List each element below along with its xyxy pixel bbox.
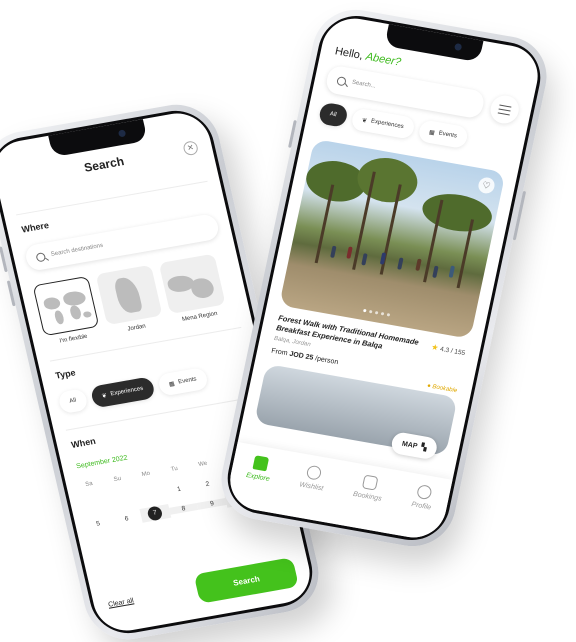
calendar-day[interactable]: 6 [112,513,142,525]
price-amount: JOD 25 [288,350,314,362]
weekday: Sa [84,480,94,489]
volume-up-button [288,120,297,148]
selected-start-date: 7 [146,505,164,522]
chip-label: All [68,397,77,405]
search-button[interactable]: Search [193,557,299,604]
experiences-icon: ❦ [101,392,108,400]
map-label: MAP [401,440,419,450]
volume-down-button [6,280,16,307]
nav-explore[interactable]: Explore [239,454,274,511]
search-icon [336,75,347,86]
calendar-icon: ▦ [428,129,436,137]
jordan-map-icon [95,264,163,326]
weekday: We [197,460,209,469]
calendar-day[interactable] [79,501,107,506]
chip-events[interactable]: ▦ Events [156,366,209,397]
calendar-day[interactable] [108,496,136,501]
sliders-icon [497,104,512,115]
star-icon: ★ [430,342,440,353]
price-prefix: From [270,347,289,358]
region-mena[interactable]: Mena Region [158,253,228,325]
map-icon: ▚ [420,444,428,452]
heart-icon [305,464,323,481]
calendar-day[interactable]: 2 [192,478,222,490]
chip-label: Events [177,376,198,386]
calendar-day-in-range[interactable]: 8 [168,502,199,515]
weekday: Su [113,475,122,484]
nav-bookings[interactable]: Bookings [346,473,386,531]
ticket-icon [361,474,379,491]
weekday: Mo [141,470,151,479]
camera-icon [453,42,463,52]
chip-label: Experiences [110,385,144,398]
pagination-dot[interactable] [386,313,391,317]
pagination-dot[interactable] [368,309,373,314]
region-flexible[interactable]: I'm flexible [32,275,101,347]
chip-label: All [329,111,338,119]
nav-label: Bookings [352,490,383,503]
explore-phone: Hello, Abeer? Search... All ❦ Experiences… [213,3,555,553]
pagination-dot[interactable] [363,308,367,313]
nav-label: Wishlist [298,481,324,493]
calendar-day[interactable] [136,491,164,496]
category-events[interactable]: ▦ Events [416,119,469,150]
price-suffix: /person [314,355,339,367]
category-experiences[interactable]: ❦ Experiences [349,107,416,140]
calendar-icon: ▦ [168,380,176,388]
greeting-prefix: Hello, [333,45,365,62]
nav-label: Explore [245,472,271,483]
calendar-day-in-range[interactable]: 9 [196,497,227,510]
photo-pagination [363,308,391,317]
nav-label: Profile [410,501,432,512]
profile-icon [415,484,433,501]
search-placeholder: Search... [351,79,377,90]
chip-all[interactable]: All [57,388,89,415]
chip-label: Events [438,130,458,140]
nav-profile[interactable]: Profile [405,484,436,540]
experience-card[interactable]: ♡ Forest Walk with Traditional Homemade … [269,138,506,394]
chip-experiences[interactable]: ❦ Experiences [89,376,156,409]
home-icon [252,455,270,472]
search-footer: Clear all Search [91,555,313,622]
calendar-day-range-start[interactable]: 7 [139,504,171,523]
search-placeholder: Search destinations [50,242,104,258]
map-button[interactable]: MAP ▚ [389,431,439,461]
user-name: Abeer? [364,50,403,69]
nav-wishlist[interactable]: Wishlist [293,464,328,521]
search-icon [35,251,47,262]
experiences-icon: ❦ [361,117,368,125]
world-map-icon [32,275,100,337]
experience-photo[interactable]: ♡ [279,138,506,339]
pagination-dot[interactable] [380,312,385,316]
rating-value: 4.3 / 155 [439,345,466,358]
mena-map-icon [158,253,226,314]
heart-icon[interactable]: ♡ [476,176,497,195]
calendar-day[interactable]: 1 [164,483,194,495]
camera-icon [117,129,127,138]
volume-up-button [0,246,8,273]
calendar-day[interactable]: 5 [83,518,113,530]
weekday: Tu [170,465,179,473]
clear-all-button[interactable]: Clear all [107,597,134,608]
pagination-dot[interactable] [374,310,379,315]
bookable-icon: ● [426,383,432,390]
region-jordan[interactable]: Jordan [95,264,165,336]
category-all[interactable]: All [317,101,349,128]
chip-label: Experiences [370,118,405,131]
